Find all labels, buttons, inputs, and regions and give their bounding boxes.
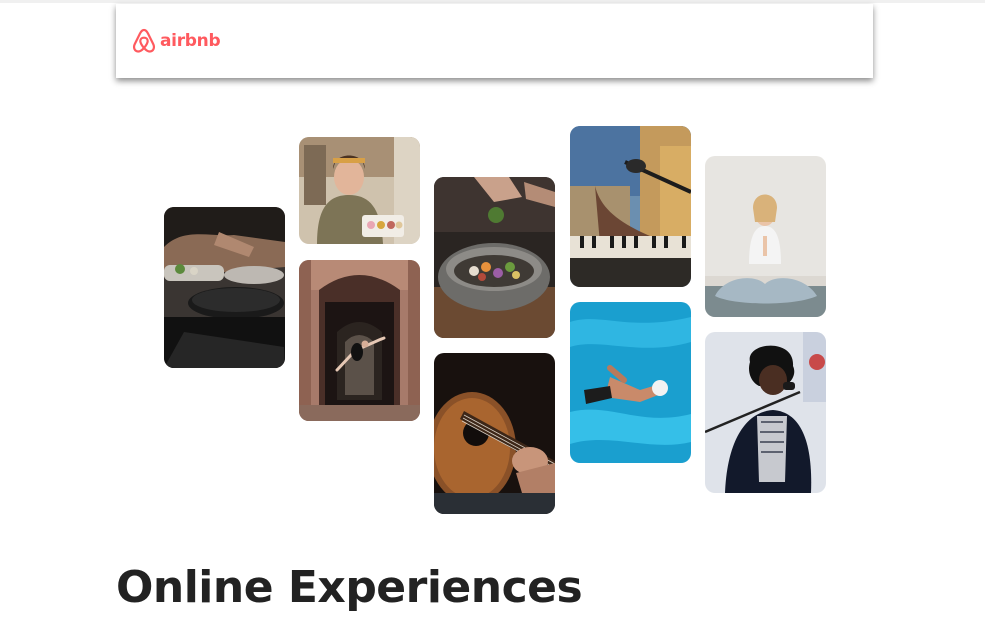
yoga-photo <box>705 156 826 317</box>
piano-microphone-photo <box>570 126 691 287</box>
singer-photo <box>705 332 826 493</box>
cooking-pans-photo <box>164 207 285 368</box>
page-title: Online Experiences <box>116 562 583 613</box>
food-bowl-photo <box>434 177 555 338</box>
guitar-photo <box>434 353 555 514</box>
woman-macarons-photo <box>299 137 420 244</box>
swimmer-photo <box>570 302 691 463</box>
experience-photo-grid <box>0 0 985 642</box>
dancer-archway-photo <box>299 260 420 421</box>
